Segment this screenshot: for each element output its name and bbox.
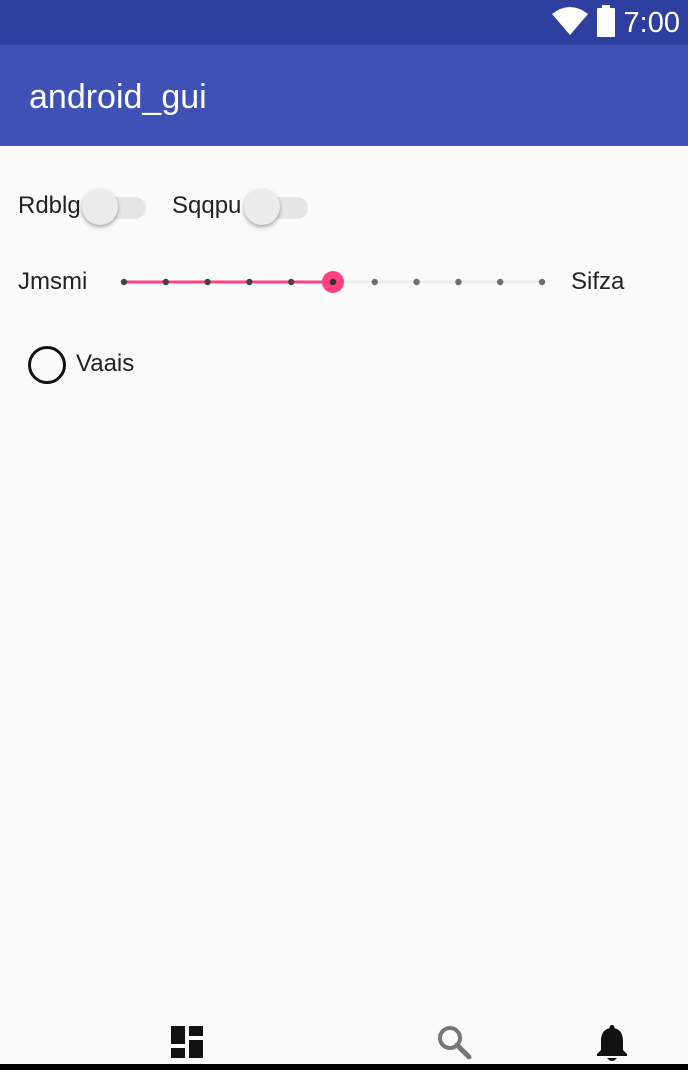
discrete-slider[interactable] — [119, 262, 549, 302]
radio-label-vaais: Vaais — [76, 350, 135, 377]
slider-tick — [455, 278, 462, 286]
app-title: android_gui — [29, 78, 207, 116]
toggle-label-sqqpu: Sqqpu — [172, 192, 242, 219]
status-bar: 7:00 — [0, 0, 688, 45]
navigation-bar — [0, 1064, 688, 1070]
slider-tick — [204, 278, 211, 286]
bottom-navigation — [0, 1010, 688, 1070]
slider-tick — [246, 278, 253, 286]
wifi-icon — [551, 6, 588, 40]
radio-button-vaais[interactable] — [28, 346, 66, 384]
switch-thumb — [82, 189, 118, 225]
dashboard-icon[interactable] — [169, 1024, 205, 1064]
slider-tick — [120, 278, 128, 286]
status-time: 7:00 — [623, 7, 680, 39]
slider-tick — [497, 278, 504, 286]
switch-thumb — [244, 189, 280, 225]
battery-icon — [596, 5, 616, 41]
slider-graphic — [120, 271, 546, 293]
slider-tick — [371, 278, 378, 286]
toggle-label-rdblg: Rdblg — [18, 192, 81, 219]
search-icon[interactable] — [436, 1024, 472, 1064]
status-icons: 7:00 — [551, 5, 680, 41]
slider-label-left: Jmsmi — [18, 268, 88, 295]
slider-tick — [162, 278, 169, 286]
toggle-switch-sqqpu[interactable] — [244, 186, 308, 226]
slider-label-right: Sifza — [571, 268, 625, 295]
toggle-switch-rdblg[interactable] — [82, 186, 146, 226]
notifications-icon[interactable] — [594, 1024, 630, 1068]
app-bar: android_gui — [0, 45, 688, 146]
slider-tick — [413, 278, 420, 286]
slider-tick — [288, 278, 295, 286]
slider-thumb-tick — [329, 278, 337, 286]
slider-tick — [538, 278, 546, 286]
